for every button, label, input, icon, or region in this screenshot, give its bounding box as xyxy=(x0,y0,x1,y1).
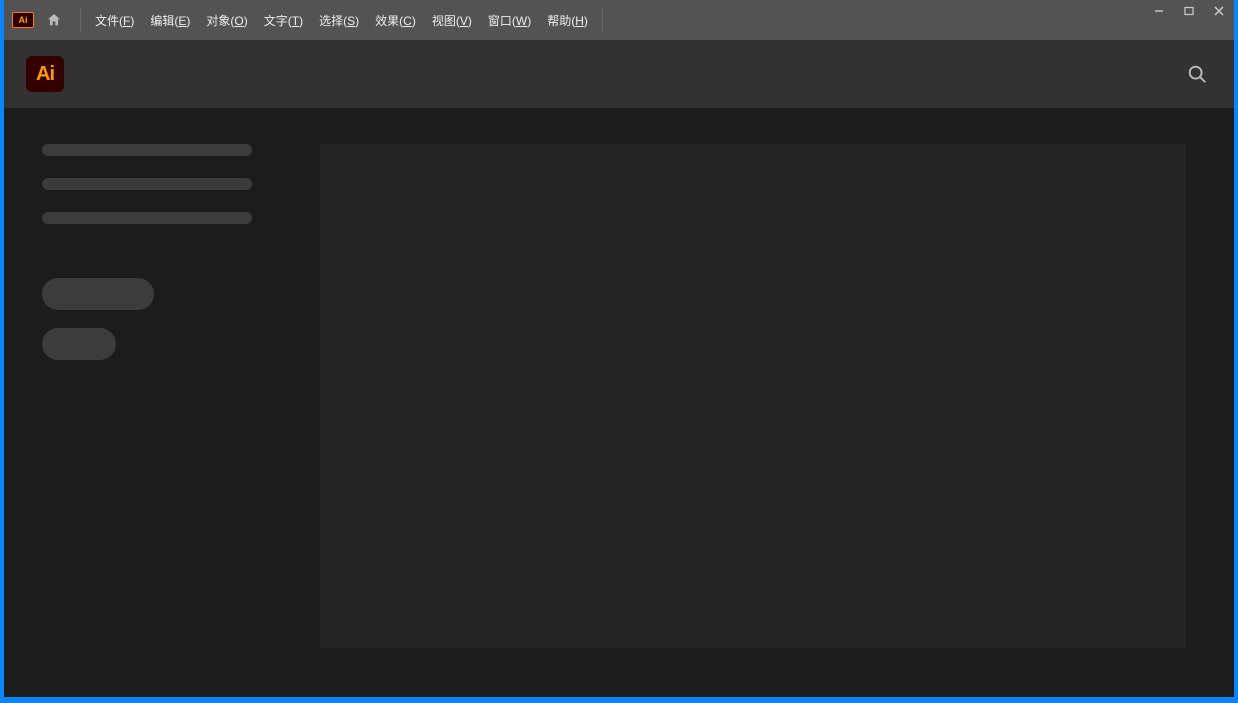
skeleton-line xyxy=(42,144,252,156)
content-panel xyxy=(320,144,1186,648)
skeleton-pill xyxy=(42,328,116,360)
app-icon-large[interactable]: Ai xyxy=(26,56,64,92)
menu-items: 文件(F) 编辑(E) 对象(O) 文字(T) 选择(S) 效果(C) 视图(V… xyxy=(80,8,603,32)
home-icon[interactable] xyxy=(44,10,64,30)
app-icon-small-label: Ai xyxy=(19,15,28,25)
search-icon[interactable] xyxy=(1186,63,1208,85)
home-body xyxy=(4,108,1234,697)
menubar: Ai 文件(F) 编辑(E) 对象(O) 文字(T) 选择(S) 效果(C) xyxy=(4,0,1234,40)
topbar: Ai xyxy=(4,40,1234,108)
app-window: Ai 文件(F) 编辑(E) 对象(O) 文字(T) 选择(S) 效果(C) xyxy=(4,0,1234,697)
skeleton-pill xyxy=(42,278,154,310)
menu-object[interactable]: 对象(O) xyxy=(198,8,255,33)
close-button[interactable] xyxy=(1204,0,1234,22)
menu-edit[interactable]: 编辑(E) xyxy=(142,8,198,33)
minimize-button[interactable] xyxy=(1144,0,1174,22)
menu-divider xyxy=(602,8,603,32)
app-icon-small: Ai xyxy=(12,12,34,28)
menu-window[interactable]: 窗口(W) xyxy=(480,8,539,33)
skeleton-line xyxy=(42,178,252,190)
app-icon-large-label: Ai xyxy=(36,63,54,86)
sidebar xyxy=(4,144,314,697)
window-controls xyxy=(1144,0,1234,28)
skeleton-line xyxy=(42,212,252,224)
menu-help[interactable]: 帮助(H) xyxy=(539,8,596,33)
maximize-button[interactable] xyxy=(1174,0,1204,22)
menu-select[interactable]: 选择(S) xyxy=(311,8,367,33)
menu-view[interactable]: 视图(V) xyxy=(424,8,480,33)
menu-text[interactable]: 文字(T) xyxy=(256,8,311,33)
menu-effect[interactable]: 效果(C) xyxy=(367,8,424,33)
menu-file[interactable]: 文件(F) xyxy=(87,8,142,33)
